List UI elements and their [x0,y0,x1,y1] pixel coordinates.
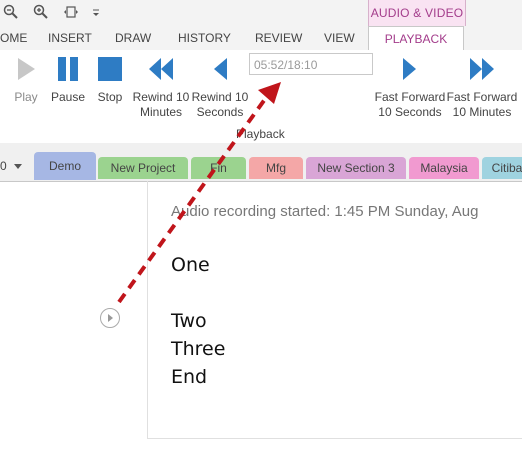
audio-playback-marker[interactable] [100,308,120,328]
playback-group-label: Playback [236,127,285,141]
zoom-in-icon[interactable] [32,4,50,22]
rewind-fast-icon [149,58,173,80]
tab-insert[interactable]: INSERT [48,26,92,50]
forward-icon [403,58,416,80]
section-tab-fin[interactable]: Fin [191,157,246,179]
page-bottom-border [147,438,522,439]
rewind-icon [214,58,227,80]
customize-toolbar-icon[interactable] [87,4,105,22]
note-line-two[interactable]: Two [171,310,207,332]
context-group-label: AUDIO & VIDEO [370,6,464,20]
fast-forward-10-minutes-label-1: Fast Forward [446,90,518,104]
tab-home[interactable]: OME [0,26,27,50]
playback-time-display: 05:52/18:10 [249,53,373,75]
tab-history[interactable]: HISTORY [178,26,231,50]
play-icon [108,314,113,322]
rewind-10-seconds-label-1: Rewind 10 [191,90,249,104]
stop-label: Stop [97,90,123,104]
rewind-10-minutes-button[interactable]: Rewind 10 Minutes [130,56,192,120]
section-tab-demo[interactable]: Demo [34,152,96,180]
tab-view[interactable]: VIEW [324,26,355,50]
notebook-dropdown[interactable]: 0 [0,159,23,173]
notebook-dropdown-label: 0 [0,159,7,173]
play-icon [18,58,35,80]
fast-forward-10-seconds-label-2: 10 Seconds [378,105,442,119]
stop-icon [98,57,122,81]
pause-button[interactable]: Pause [50,56,86,105]
section-tab-new-section-3[interactable]: New Section 3 [306,157,406,179]
note-line-three[interactable]: Three [171,338,225,360]
tab-review[interactable]: REVIEW [255,26,302,50]
chevron-down-icon [14,164,23,169]
section-tab-new-project[interactable]: New Project [98,157,188,179]
rewind-10-seconds-label-2: Seconds [196,105,244,119]
note-line-end[interactable]: End [171,366,207,388]
tab-playback[interactable]: PLAYBACK [368,26,464,52]
forward-fast-icon [470,58,494,80]
audio-video-context-header: AUDIO & VIDEO [368,0,466,26]
fast-forward-10-seconds-button[interactable]: Fast Forward 10 Seconds [374,56,446,120]
play-label: Play [14,90,38,104]
rewind-10-minutes-label-2: Minutes [139,105,183,119]
pause-icon [58,57,78,81]
fast-forward-10-minutes-label-2: 10 Minutes [452,105,512,119]
page-left-border [147,181,148,439]
fit-page-icon[interactable] [62,4,80,22]
note-line-one[interactable]: One [171,254,210,276]
section-tab-malaysia[interactable]: Malaysia [409,157,479,179]
section-tab-bar: 0 Demo New Project Fin Mfg New Section 3… [0,143,522,182]
tab-draw[interactable]: DRAW [115,26,151,50]
ribbon-tab-bar: OME INSERT DRAW HISTORY REVIEW VIEW PLAY… [0,26,522,52]
section-tab-mfg[interactable]: Mfg [249,157,303,179]
play-button[interactable]: Play [10,56,42,105]
stop-button[interactable]: Stop [94,56,126,105]
rewind-10-seconds-button[interactable]: Rewind 10 Seconds [190,56,250,120]
rewind-10-minutes-label-1: Rewind 10 [132,90,190,104]
zoom-out-icon[interactable] [2,4,20,22]
audio-recording-timestamp: Audio recording started: 1:45 PM Sunday,… [171,203,479,220]
section-tab-citiba[interactable]: Citiba [482,157,522,179]
pause-label: Pause [50,90,86,104]
fast-forward-10-seconds-label-1: Fast Forward [374,90,446,104]
fast-forward-10-minutes-button[interactable]: Fast Forward 10 Minutes [446,56,518,120]
